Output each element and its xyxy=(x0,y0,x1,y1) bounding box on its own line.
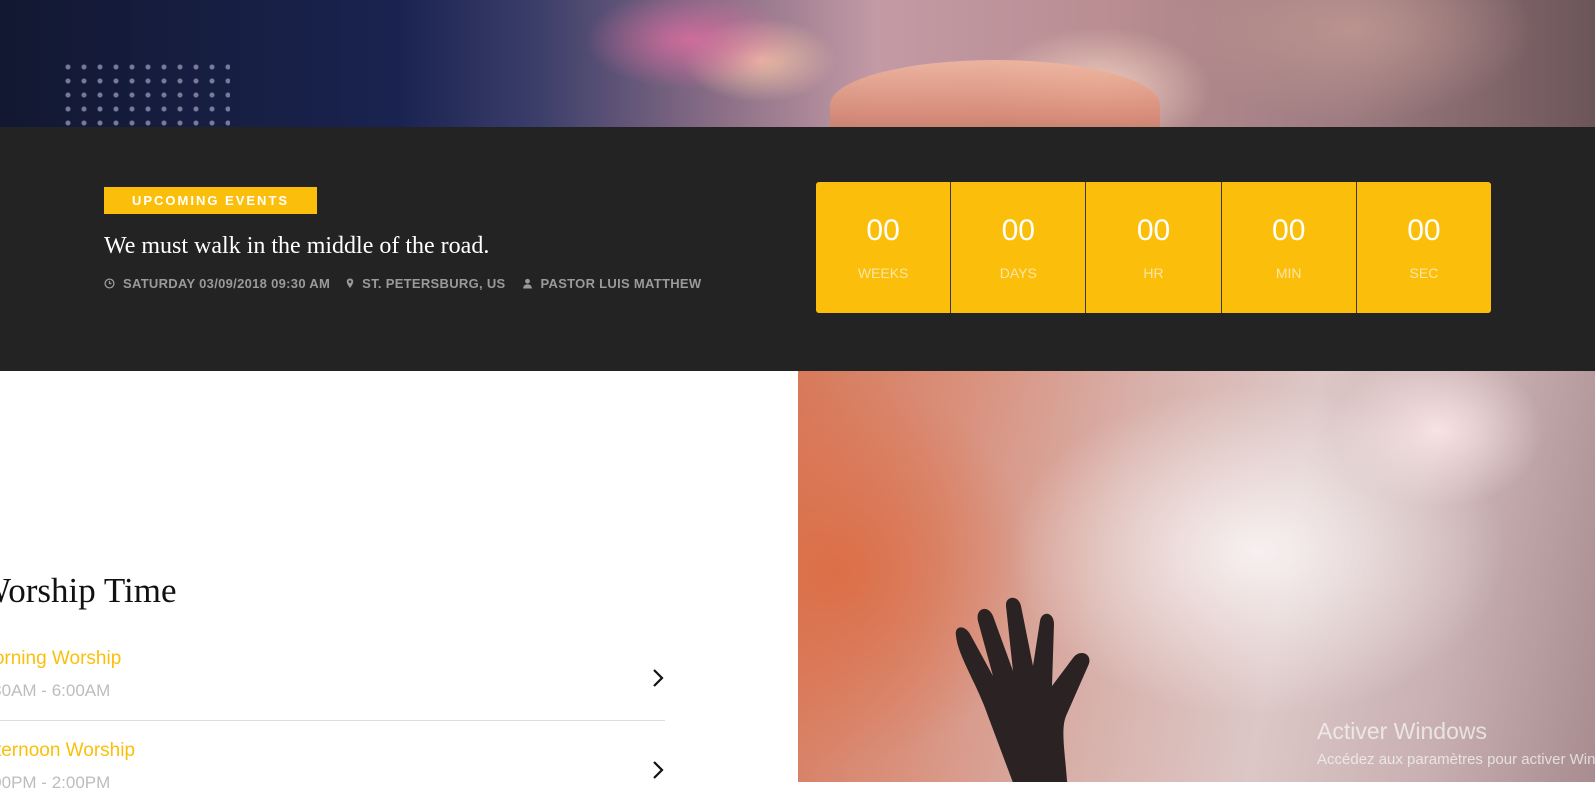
hero-fabric-pattern xyxy=(60,60,230,127)
watermark-title: Activer Windows xyxy=(1317,718,1487,744)
event-speaker-text: PASTOR LUIS MATTHEW xyxy=(540,276,702,291)
raised-hand-silhouette xyxy=(955,597,1090,782)
service-time: 5:30AM - 6:00AM xyxy=(0,681,111,700)
chevron-right-icon[interactable] xyxy=(651,760,665,780)
countdown-hours-value: 00 xyxy=(1136,214,1171,247)
event-title[interactable]: We must walk in the middle of the road. xyxy=(104,233,489,260)
map-pin-icon xyxy=(346,278,354,289)
countdown-seconds-label: SEC xyxy=(1409,265,1439,281)
event-speaker: PASTOR LUIS MATTHEW xyxy=(522,276,702,291)
hero-image xyxy=(0,0,1595,127)
countdown-hours: 00 HR xyxy=(1086,182,1222,313)
event-date: SATURDAY 03/09/2018 09:30 AM xyxy=(104,276,330,291)
service-name[interactable]: Morning Worship xyxy=(0,648,121,670)
upcoming-events-badge: UPCOMING EVENTS xyxy=(104,187,317,214)
service-time: 1:00PM - 2:00PM xyxy=(0,773,111,792)
countdown-minutes-value: 00 xyxy=(1272,214,1306,247)
countdown-seconds-value: 00 xyxy=(1407,214,1441,247)
event-location: ST. PETERSBURG, US xyxy=(346,276,505,291)
countdown-days-value: 00 xyxy=(1001,214,1035,247)
event-location-text: ST. PETERSBURG, US xyxy=(362,276,506,291)
countdown-minutes-label: MIN xyxy=(1275,265,1302,281)
countdown-days-label: DAYS xyxy=(999,265,1037,281)
upcoming-events-section: UPCOMING EVENTS We must walk in the midd… xyxy=(0,127,1595,371)
watermark-subtitle: Accédez aux paramètres pour activer Wind… xyxy=(1317,751,1595,768)
event-countdown: 00 WEEKS 00 DAYS 00 HR 00 MIN 00 SEC xyxy=(816,182,1491,313)
service-divider xyxy=(0,720,665,721)
event-date-text: SATURDAY 03/09/2018 09:30 AM xyxy=(123,276,331,291)
countdown-weeks: 00 WEEKS xyxy=(816,182,952,313)
countdown-minutes: 00 MIN xyxy=(1222,182,1357,313)
countdown-days: 00 DAYS xyxy=(951,182,1087,313)
countdown-weeks-value: 00 xyxy=(866,214,900,247)
windows-activation-watermark: Activer Windows Accédez aux paramètres p… xyxy=(1317,718,1595,768)
countdown-seconds: 00 SEC xyxy=(1357,182,1491,313)
countdown-weeks-label: WEEKS xyxy=(857,265,909,281)
countdown-hours-label: HR xyxy=(1143,265,1164,281)
chevron-right-icon[interactable] xyxy=(651,668,665,688)
clock-icon xyxy=(104,278,115,289)
service-name[interactable]: Afternoon Worship xyxy=(0,740,135,762)
worship-time-title: Worship Time xyxy=(0,571,177,610)
user-icon xyxy=(522,278,532,289)
hero-hand xyxy=(830,60,1160,127)
event-meta: SATURDAY 03/09/2018 09:30 AM ST. PETERSB… xyxy=(104,276,717,291)
